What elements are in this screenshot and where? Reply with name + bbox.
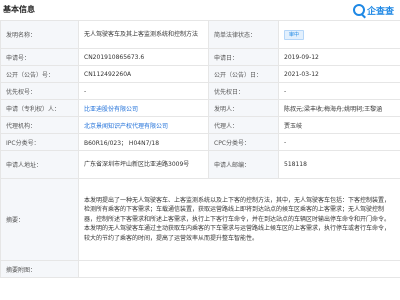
table-row: 摘要： 本发明提出了一种无人驾驶客车、上客监测系统以及上下客的控制方法，其中，无…: [0, 178, 400, 261]
priority-number-value: -: [78, 82, 209, 100]
publication-number-value: CN112492260A: [78, 65, 209, 83]
ipc-value: B60R16/023； H04N7/18: [78, 133, 209, 151]
table-row: IPC分类号： B60R16/023； H04N7/18 CPC分类号： -: [0, 133, 400, 151]
title-value: 无人驾驶客车及其上客监测系统和控制方法: [78, 20, 209, 49]
abstract-drawing-label: 摘要附图：: [0, 260, 79, 278]
priority-date-value: -: [278, 82, 400, 100]
table-row: 申请人地址： 广东省深圳市坪山新区比亚迪路3009号 申请人邮编： 518118: [0, 150, 400, 179]
agency-label: 代理机构：: [0, 116, 79, 134]
cpc-value: -: [278, 133, 400, 151]
cpc-label: CPC分类号：: [208, 133, 279, 151]
inventor-value: 陈叔元;梁丰收;梅海舟;姚明轲;王黎涵: [278, 99, 400, 117]
table-row: 摘要附图：: [0, 260, 400, 278]
application-number-label: 申请号：: [0, 48, 79, 66]
magnifier-logo-icon: [352, 4, 365, 16]
brand-logo-text: 企查查: [366, 6, 394, 17]
abstract-text: 本发明提出了一种无人驾驶客车、上客监测系统以及上下客的控制方法，其中，无人驾驶客…: [78, 178, 400, 261]
table-row: 申请（专利权）人： 比亚迪股份有限公司 发明人： 陈叔元;梁丰收;梅海舟;姚明轲…: [0, 99, 400, 117]
application-date-value: 2019-09-12: [278, 48, 400, 66]
table-row: 发明名称： 无人驾驶客车及其上客监测系统和控制方法 简单法律状态： 审中: [0, 20, 400, 49]
postcode-label: 申请人邮编：: [208, 150, 279, 179]
table-row: 申请号： CN201910865673.6 申请日： 2019-09-12: [0, 48, 400, 66]
abstract-drawing: [78, 260, 400, 278]
applicant-address-value: 广东省深圳市坪山新区比亚迪路3009号: [78, 150, 209, 179]
brand-logo[interactable]: 企查查: [352, 2, 394, 18]
abstract-label: 摘要：: [0, 178, 79, 261]
publication-date-label: 公开（公告）日：: [208, 65, 279, 83]
legal-status-label: 简单法律状态：: [208, 20, 279, 49]
postcode-value: 518118: [278, 150, 400, 179]
table-row: 优先权号： - 优先权日： -: [0, 82, 400, 100]
section-header: 基本信息 企查查: [0, 0, 400, 20]
priority-number-label: 优先权号：: [0, 82, 79, 100]
agency-link[interactable]: 北京景闻知识产权代理有限公司: [78, 116, 209, 134]
applicant-label: 申请（专利权）人：: [0, 99, 79, 117]
applicant-link[interactable]: 比亚迪股份有限公司: [78, 99, 209, 117]
priority-date-label: 优先权日：: [208, 82, 279, 100]
applicant-address-label: 申请人地址：: [0, 150, 79, 179]
application-number-value: CN201910865673.6: [78, 48, 209, 66]
table-row: 公开（公告）号： CN112492260A 公开（公告）日： 2021-03-1…: [0, 65, 400, 83]
section-title: 基本信息: [3, 5, 35, 14]
publication-date-value: 2021-03-12: [278, 65, 400, 83]
legal-status-badge[interactable]: 审中: [284, 29, 305, 40]
publication-number-label: 公开（公告）号：: [0, 65, 79, 83]
title-label: 发明名称：: [0, 20, 79, 49]
ipc-label: IPC分类号：: [0, 133, 79, 151]
inventor-label: 发明人：: [208, 99, 279, 117]
agent-value: 贾玉岐: [278, 116, 400, 134]
table-row: 代理机构： 北京景闻知识产权代理有限公司 代理人： 贾玉岐: [0, 116, 400, 134]
basic-info-table: 发明名称： 无人驾驶客车及其上客监测系统和控制方法 简单法律状态： 审中 申请号…: [0, 20, 400, 278]
application-date-label: 申请日：: [208, 48, 279, 66]
agent-label: 代理人：: [208, 116, 279, 134]
